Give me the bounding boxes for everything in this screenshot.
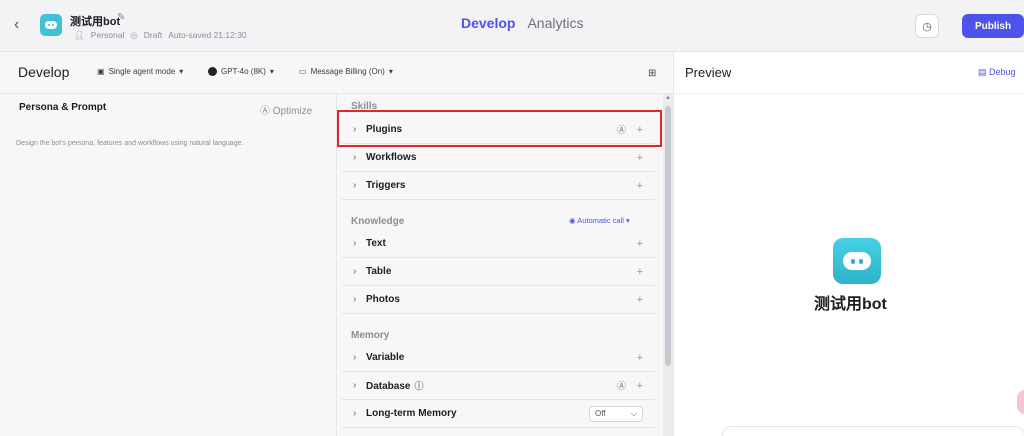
chevron-right-icon: ›	[353, 294, 357, 305]
skill-label: Triggers	[366, 180, 406, 191]
preview-bot-avatar	[833, 238, 881, 284]
auto-call-label: Automatic call	[577, 216, 624, 225]
memory-label: Variable	[366, 352, 405, 363]
scroll-up-icon[interactable]: ▲	[665, 95, 671, 101]
agent-mode-select[interactable]: ▣ Single agent mode ▾	[97, 67, 183, 76]
autosave-label: Auto-saved 21:12:30	[168, 30, 247, 40]
memory-row-database[interactable]: › Database ⓘ Ⓐ +	[342, 372, 655, 400]
auto-call-icon: ◉	[569, 216, 576, 225]
persona-title: Persona & Prompt	[19, 102, 107, 113]
skill-row-triggers[interactable]: › Triggers +	[342, 172, 655, 200]
caret-down-icon: ▾	[388, 67, 393, 76]
status-label: Draft	[143, 30, 163, 40]
model-label: GPT-4o (8K)	[221, 67, 266, 76]
chevron-left-icon[interactable]: ‹	[14, 16, 30, 36]
debug-icon: ▤	[978, 67, 987, 77]
owner-label: Personal	[90, 30, 125, 40]
draft-icon: ◎	[130, 30, 138, 40]
add-text-icon[interactable]: +	[637, 238, 643, 250]
billing-select[interactable]: ▭ Message Billing (On) ▾	[299, 67, 393, 76]
bot-meta: 👤︎ Personal ◎ Draft Auto-saved 21:12:30	[74, 30, 247, 41]
plugins-highlight-box	[337, 110, 662, 147]
chevron-right-icon: ›	[353, 380, 357, 391]
long-term-memory-value: Off	[595, 409, 606, 418]
optimize-label: Optimize	[272, 106, 313, 117]
memory-section-title: Memory	[351, 330, 390, 341]
knowledge-label: Table	[366, 266, 392, 277]
develop-title: Develop	[18, 64, 70, 80]
add-database-icon[interactable]: +	[637, 380, 643, 392]
top-bar: ‹ 测试用bot ✎ 👤︎ Personal ◎ Draft Auto-save…	[0, 0, 1024, 52]
chevron-right-icon: ›	[353, 266, 357, 277]
caret-down-icon: ▾	[626, 216, 630, 225]
chevron-right-icon: ›	[353, 408, 357, 419]
automatic-call-select[interactable]: ◉ Automatic call ▾	[569, 216, 630, 225]
info-icon[interactable]: ⓘ	[414, 381, 423, 391]
debug-label: Debug	[989, 67, 1016, 77]
knowledge-row-text[interactable]: › Text +	[342, 230, 655, 258]
persona-prompt-input[interactable]: Design the bot's persona, features and w…	[16, 140, 243, 147]
chevron-right-icon: ›	[353, 352, 357, 363]
memory-label: Long-term Memory	[366, 408, 457, 419]
chevron-right-icon: ›	[353, 180, 357, 191]
database-label: Database	[366, 381, 411, 392]
publish-button[interactable]: Publish	[962, 14, 1024, 38]
layout-grid-icon[interactable]: ⊞	[648, 68, 656, 79]
preview-panel: Preview ▤ Debug 测试用bot	[673, 52, 1024, 436]
chevron-right-icon: ›	[353, 152, 357, 163]
preview-title: Preview	[685, 65, 732, 80]
preview-header: Preview ▤ Debug	[674, 52, 1024, 94]
scroll-thumb[interactable]	[665, 106, 671, 366]
preview-bot-name: 测试用bot	[814, 296, 887, 313]
memory-row-long-term[interactable]: › Long-term Memory Off ⌵	[342, 400, 655, 428]
chat-input[interactable]	[722, 426, 1024, 436]
tab-analytics[interactable]: Analytics	[527, 15, 583, 31]
person-icon: 👤︎	[74, 30, 85, 40]
mode-icon: ▣	[97, 67, 105, 76]
knowledge-row-photos[interactable]: › Photos +	[342, 286, 655, 314]
tab-develop[interactable]: Develop	[461, 15, 515, 31]
wallet-icon: ▭	[299, 67, 307, 76]
knowledge-label: Photos	[366, 294, 400, 305]
clock-icon: ◷	[922, 20, 932, 33]
long-term-memory-select[interactable]: Off ⌵	[589, 405, 643, 422]
optimize-icon: Ⓐ	[260, 106, 270, 117]
knowledge-row-table[interactable]: › Table +	[342, 258, 655, 286]
debug-button[interactable]: ▤ Debug	[978, 67, 1016, 78]
skill-row-workflows[interactable]: › Workflows +	[342, 144, 655, 172]
add-trigger-icon[interactable]: +	[637, 180, 643, 192]
history-button[interactable]: ◷	[915, 14, 939, 38]
develop-toolbar: Develop ▣ Single agent mode ▾ GPT-4o (8K…	[0, 52, 673, 94]
caret-down-icon: ▾	[269, 67, 274, 76]
main-tabs: Develop Analytics	[461, 15, 584, 31]
scrollbar[interactable]: ▲	[663, 94, 673, 436]
persona-panel: Persona & Prompt Ⓐ Optimize Design the b…	[0, 94, 337, 436]
knowledge-section-title: Knowledge	[351, 216, 405, 227]
chevron-down-icon: ⌵	[630, 408, 637, 418]
chevron-right-icon: ›	[353, 238, 357, 249]
auto-icon[interactable]: Ⓐ	[617, 379, 626, 392]
add-variable-icon[interactable]: +	[637, 352, 643, 364]
add-table-icon[interactable]: +	[637, 266, 643, 278]
skill-label: Workflows	[366, 152, 417, 163]
caret-down-icon: ▾	[179, 67, 184, 76]
openai-icon	[208, 67, 217, 76]
add-photos-icon[interactable]: +	[637, 294, 643, 306]
floating-assistant-icon[interactable]	[1017, 390, 1024, 414]
memory-label: Database ⓘ	[366, 379, 423, 392]
model-select[interactable]: GPT-4o (8K) ▾	[208, 67, 274, 76]
memory-row-variable[interactable]: › Variable +	[342, 344, 655, 372]
optimize-button[interactable]: Ⓐ Optimize	[260, 102, 312, 117]
bot-name: 测试用bot	[70, 16, 121, 28]
bot-avatar	[40, 14, 62, 36]
add-workflow-icon[interactable]: +	[637, 152, 643, 164]
knowledge-label: Text	[366, 238, 386, 249]
edit-icon[interactable]: ✎	[117, 12, 125, 23]
agent-mode-label: Single agent mode	[108, 67, 176, 76]
billing-label: Message Billing (On)	[310, 67, 385, 76]
